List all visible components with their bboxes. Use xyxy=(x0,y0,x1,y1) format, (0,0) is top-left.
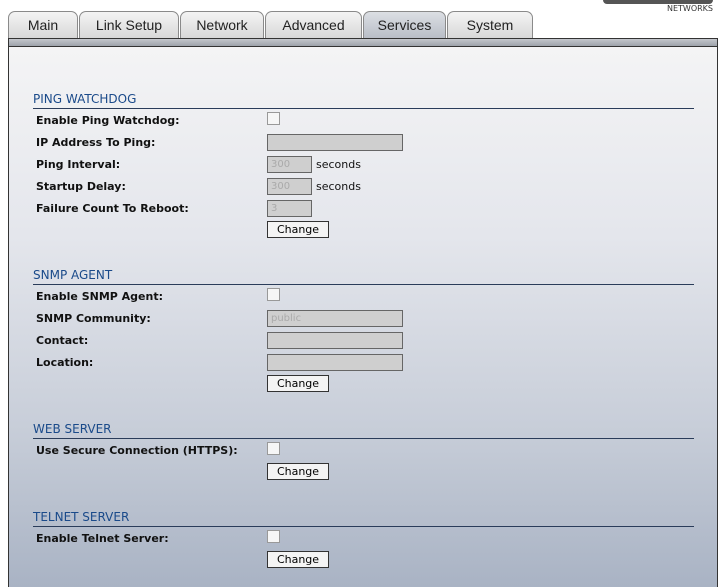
unit: seconds xyxy=(316,158,361,171)
label: Location: xyxy=(36,356,94,369)
tab-main[interactable]: Main xyxy=(8,11,78,38)
enable-ping-watchdog-checkbox[interactable] xyxy=(267,112,280,125)
https-checkbox[interactable] xyxy=(267,442,280,455)
services-panel: PING WATCHDOG Enable Ping Watchdog: IP A… xyxy=(8,47,718,587)
tab-network[interactable]: Network xyxy=(180,11,264,38)
tab-system[interactable]: System xyxy=(447,11,533,38)
ping-watchdog-section: PING WATCHDOG Enable Ping Watchdog: IP A… xyxy=(33,92,694,241)
tab-link-setup[interactable]: Link Setup xyxy=(79,11,179,38)
contact-input[interactable] xyxy=(267,332,403,349)
tab-underline-bar xyxy=(8,38,718,47)
label: Enable Telnet Server: xyxy=(36,532,169,545)
snmp-agent-section: SNMP AGENT Enable SNMP Agent: SNMP Commu… xyxy=(33,268,694,395)
logo-text: NETWORKS xyxy=(666,4,713,13)
ping-change-button[interactable]: Change xyxy=(267,221,329,238)
label: Ping Interval: xyxy=(36,158,121,171)
telnet-server-section: TELNET SERVER Enable Telnet Server: Chan… xyxy=(33,510,694,571)
startup-delay-input[interactable]: 300 xyxy=(267,178,312,195)
label: Contact: xyxy=(36,334,89,347)
section-title: PING WATCHDOG xyxy=(33,92,694,109)
web-change-button[interactable]: Change xyxy=(267,463,329,480)
label: Startup Delay: xyxy=(36,180,126,193)
tab-advanced[interactable]: Advanced xyxy=(265,11,362,38)
snmp-change-button[interactable]: Change xyxy=(267,375,329,392)
label: Enable SNMP Agent: xyxy=(36,290,164,303)
label: Use Secure Connection (HTTPS): xyxy=(36,444,238,457)
location-input[interactable] xyxy=(267,354,403,371)
label: Enable Ping Watchdog: xyxy=(36,114,180,127)
enable-snmp-checkbox[interactable] xyxy=(267,288,280,301)
enable-telnet-checkbox[interactable] xyxy=(267,530,280,543)
logo: NETWORKS xyxy=(603,0,713,13)
snmp-community-input[interactable]: public xyxy=(267,310,403,327)
section-title: SNMP AGENT xyxy=(33,268,694,285)
label: IP Address To Ping: xyxy=(36,136,156,149)
tab-services[interactable]: Services xyxy=(363,11,446,38)
ping-interval-input[interactable]: 300 xyxy=(267,156,312,173)
web-server-section: WEB SERVER Use Secure Connection (HTTPS)… xyxy=(33,422,694,483)
tab-bar: Main Link Setup Network Advanced Service… xyxy=(8,11,534,38)
telnet-change-button[interactable]: Change xyxy=(267,551,329,568)
failure-count-input[interactable]: 3 xyxy=(267,200,312,217)
label: Failure Count To Reboot: xyxy=(36,202,189,215)
ip-address-input[interactable] xyxy=(267,134,403,151)
label: SNMP Community: xyxy=(36,312,151,325)
section-title: WEB SERVER xyxy=(33,422,694,439)
unit: seconds xyxy=(316,180,361,193)
section-title: TELNET SERVER xyxy=(33,510,694,527)
